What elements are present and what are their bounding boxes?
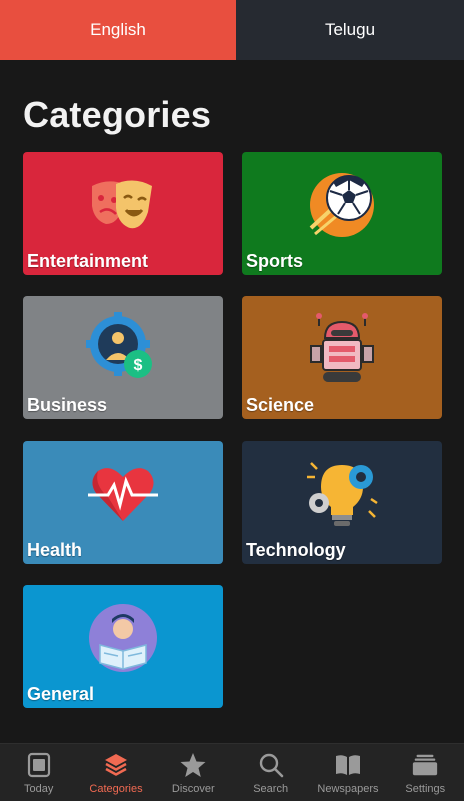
theater-masks-icon [92,180,152,229]
search-icon [257,751,285,779]
nav-settings[interactable]: Settings [387,744,464,801]
nav-newspapers[interactable]: Newspapers [309,744,386,801]
category-card-business[interactable]: $ Business [23,296,223,419]
nav-discover[interactable]: Discover [155,744,232,801]
nav-categories[interactable]: Categories [77,744,154,801]
layers-icon [102,751,130,779]
business-gear-icon: $ [86,312,152,378]
bottom-nav: Today Categories Discover Search Newspap… [0,743,464,801]
nav-label: Settings [405,783,446,795]
nav-label: Today [23,783,54,795]
settings-stack-icon [411,751,439,779]
category-card-science[interactable]: Science [242,296,442,419]
category-label: Science [246,395,315,415]
category-label: Business [27,395,108,415]
nav-label: Newspapers [317,783,379,795]
nav-label: Search [253,783,289,795]
category-card-entertainment[interactable]: Entertainment [23,152,223,275]
nav-label: Categories [89,783,143,795]
book-icon [334,751,362,779]
category-label: Technology [246,540,346,560]
soccer-ball-icon [309,173,374,237]
lightbulb-gears-icon [307,462,378,526]
category-card-general[interactable]: General [23,585,223,708]
star-icon [179,751,207,779]
category-label: Entertainment [27,251,149,271]
category-card-health[interactable]: Health [23,441,223,564]
heartbeat-icon [88,468,158,521]
today-icon [25,751,53,779]
nav-label: Discover [171,783,215,795]
category-grid: Entertainment Sports $ Business Science … [0,0,464,740]
category-label: Sports [246,251,304,271]
category-label: Health [27,540,83,560]
newspaper-reader-icon [89,604,157,672]
category-card-sports[interactable]: Sports [242,152,442,275]
category-card-technology[interactable]: Technology [242,441,442,564]
nav-today[interactable]: Today [0,744,77,801]
robot-icon [310,313,374,382]
nav-search[interactable]: Search [232,744,309,801]
svg-text:$: $ [134,357,143,374]
category-label: General [27,684,95,704]
